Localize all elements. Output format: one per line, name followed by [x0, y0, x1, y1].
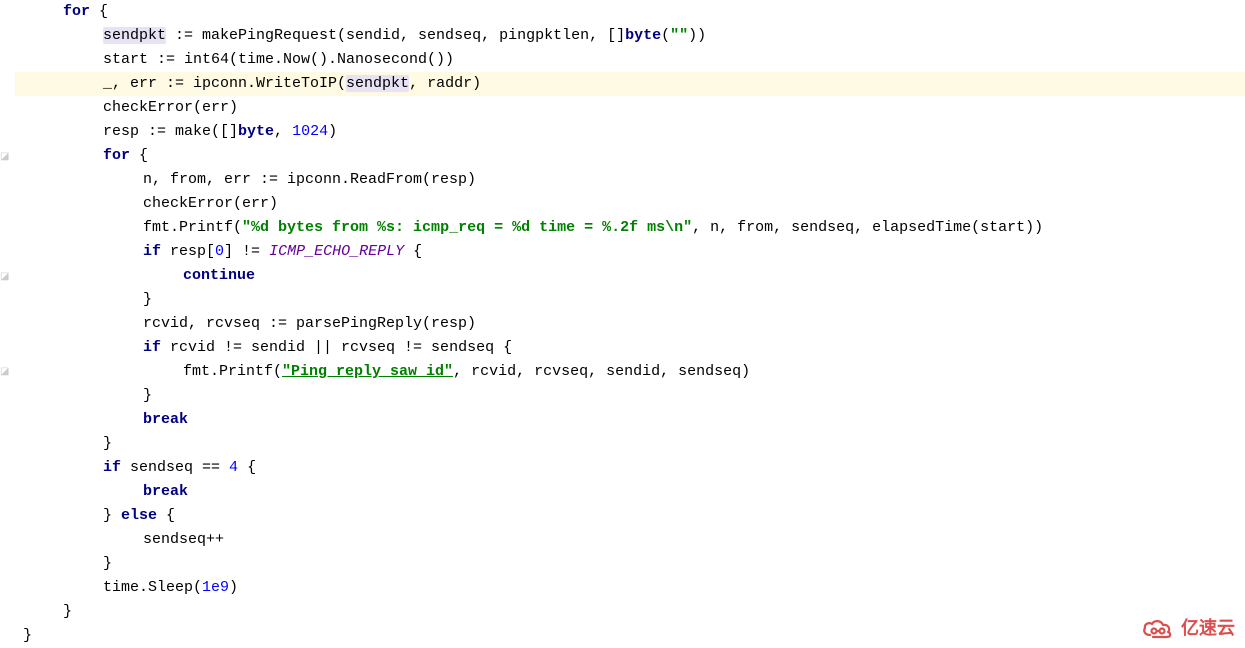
code-line[interactable]: fmt.Printf("%d bytes from %s: icmp_req =…	[15, 216, 1245, 240]
string-literal: "%d bytes from %s: icmp_req = %d time = …	[242, 219, 692, 236]
code-line[interactable]: }	[15, 600, 1245, 624]
code-line[interactable]: for {	[15, 0, 1245, 24]
brace: }	[103, 507, 121, 524]
code-text: fmt.Printf(	[183, 363, 282, 380]
code-line[interactable]: n, from, err := ipconn.ReadFrom(resp)	[15, 168, 1245, 192]
code-line[interactable]: continue	[15, 264, 1245, 288]
keyword-break: break	[143, 483, 188, 500]
keyword-byte: byte	[625, 27, 661, 44]
constant: ICMP_ECHO_REPLY	[269, 243, 404, 260]
code-line[interactable]: if resp[0] != ICMP_ECHO_REPLY {	[15, 240, 1245, 264]
code-text: fmt.Printf(	[143, 219, 242, 236]
code-line[interactable]: if rcvid != sendid || rcvseq != sendseq …	[15, 336, 1245, 360]
paren: (	[661, 27, 670, 44]
code-text: , raddr)	[409, 75, 481, 92]
code-text: resp := make([]	[103, 123, 238, 140]
code-text: n, from, err := ipconn.ReadFrom(resp)	[143, 171, 476, 188]
number-literal: 1024	[292, 123, 328, 140]
keyword-for: for	[63, 3, 90, 20]
string-literal: ""	[670, 27, 688, 44]
code-text: checkError(err)	[143, 195, 278, 212]
keyword-if: if	[143, 243, 161, 260]
code-text: , rcvid, rcvseq, sendid, sendseq)	[453, 363, 750, 380]
keyword-continue: continue	[183, 267, 255, 284]
brace: }	[63, 603, 72, 620]
code-line[interactable]: break	[15, 480, 1245, 504]
code-line[interactable]: }	[15, 288, 1245, 312]
number-literal: 4	[229, 459, 238, 476]
brace: }	[103, 555, 112, 572]
code-line[interactable]: } else {	[15, 504, 1245, 528]
paren: ))	[688, 27, 706, 44]
code-line[interactable]: }	[15, 624, 1245, 648]
code-text: resp[	[161, 243, 215, 260]
brace: }	[23, 627, 32, 644]
code-line[interactable]: }	[15, 384, 1245, 408]
brace: {	[238, 459, 256, 476]
code-text: sendseq++	[143, 531, 224, 548]
keyword-for: for	[103, 147, 130, 164]
keyword-else: else	[121, 507, 157, 524]
code-text: _, err := ipconn.WriteToIP(	[103, 75, 346, 92]
code-text: ,	[274, 123, 292, 140]
code-line[interactable]: for {	[15, 144, 1245, 168]
code-line[interactable]: checkError(err)	[15, 96, 1245, 120]
var-sendpkt: sendpkt	[103, 27, 166, 44]
gutter-marker-icon: ◪	[0, 150, 10, 160]
code-line[interactable]: }	[15, 552, 1245, 576]
number-literal: 0	[215, 243, 224, 260]
code-line[interactable]: resp := make([]byte, 1024)	[15, 120, 1245, 144]
code-line[interactable]: fmt.Printf("Ping reply saw id", rcvid, r…	[15, 360, 1245, 384]
brace: {	[130, 147, 148, 164]
number-literal: 1e9	[202, 579, 229, 596]
code-line[interactable]: break	[15, 408, 1245, 432]
brace: }	[143, 291, 152, 308]
gutter-marker-icon: ◪	[0, 365, 10, 375]
code-line[interactable]: start := int64(time.Now().Nanosecond())	[15, 48, 1245, 72]
watermark: 亿速云	[1141, 614, 1235, 643]
watermark-text: 亿速云	[1181, 614, 1235, 643]
gutter: ◪ ◪ ◪	[0, 0, 12, 648]
var-sendpkt: sendpkt	[346, 75, 409, 92]
paren: )	[229, 579, 238, 596]
code-text: , n, from, sendseq, elapsedTime(start))	[692, 219, 1043, 236]
brace: }	[143, 387, 152, 404]
keyword-if: if	[143, 339, 161, 356]
code-line[interactable]: time.Sleep(1e9)	[15, 576, 1245, 600]
code-line[interactable]: }	[15, 432, 1245, 456]
code-text: ] !=	[224, 243, 269, 260]
code-text: sendseq ==	[121, 459, 229, 476]
brace: }	[103, 435, 112, 452]
code-text: rcvid != sendid || rcvseq != sendseq {	[161, 339, 512, 356]
code-text: start := int64(time.Now().Nanosecond())	[103, 51, 454, 68]
brace: {	[157, 507, 175, 524]
code-text: time.Sleep(	[103, 579, 202, 596]
code-text: rcvid, rcvseq := parsePingReply(resp)	[143, 315, 476, 332]
brace: {	[90, 3, 108, 20]
code-line[interactable]: sendpkt := makePingRequest(sendid, sends…	[15, 24, 1245, 48]
keyword-break: break	[143, 411, 188, 428]
cloud-icon	[1141, 617, 1177, 641]
code-line[interactable]: if sendseq == 4 {	[15, 456, 1245, 480]
code-line[interactable]: sendseq++	[15, 528, 1245, 552]
string-literal: "Ping reply saw id"	[282, 363, 453, 380]
brace: {	[404, 243, 422, 260]
keyword-byte: byte	[238, 123, 274, 140]
code-text: := makePingRequest(sendid, sendseq, ping…	[166, 27, 625, 44]
code-line[interactable]: checkError(err)	[15, 192, 1245, 216]
code-editor[interactable]: ◪ ◪ ◪ for { sendpkt := makePingRequest(s…	[0, 0, 1245, 648]
code-text: checkError(err)	[103, 99, 238, 116]
code-line[interactable]: rcvid, rcvseq := parsePingReply(resp)	[15, 312, 1245, 336]
code-line-highlighted[interactable]: _, err := ipconn.WriteToIP(sendpkt, radd…	[15, 72, 1245, 96]
gutter-marker-icon: ◪	[0, 270, 10, 280]
paren: )	[328, 123, 337, 140]
keyword-if: if	[103, 459, 121, 476]
